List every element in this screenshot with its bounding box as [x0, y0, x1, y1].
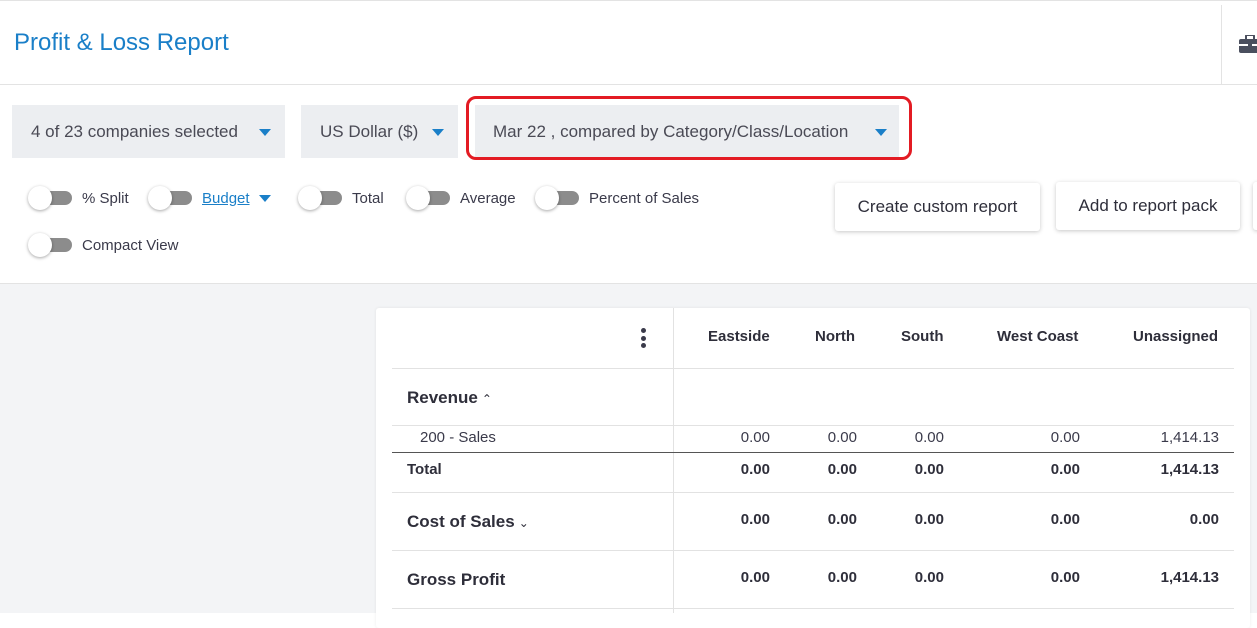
overflow-button-edge[interactable] — [1253, 182, 1257, 230]
briefcase-icon[interactable] — [1239, 35, 1257, 53]
row-divider — [392, 492, 1234, 493]
label-column-divider — [673, 308, 674, 613]
column-header-west-coast: West Coast — [997, 328, 1079, 345]
column-header-south: South — [901, 328, 944, 345]
split-toggle[interactable] — [28, 186, 72, 210]
total-rule — [392, 452, 1234, 453]
page-header: Profit & Loss Report — [0, 0, 1257, 85]
caret-down-icon — [259, 129, 271, 136]
companies-dropdown[interactable]: 4 of 23 companies selected — [12, 105, 285, 158]
currency-dropdown-label: US Dollar ($) — [320, 121, 419, 141]
chevron-up-icon[interactable]: ⌃ — [482, 392, 492, 406]
cost-of-sales-eastside-value: 0.00 — [740, 511, 770, 528]
period-dropdown-label: Mar 22 , compared by Category/Class/Loca… — [493, 121, 849, 141]
gross-profit-west-coast-value: 0.00 — [1050, 569, 1080, 586]
split-toggle-row[interactable]: % Split — [28, 186, 129, 210]
cost-of-sales-label: Cost of Sales — [407, 512, 515, 531]
column-header-north: North — [815, 328, 855, 345]
gross-profit-south-value: 0.00 — [914, 569, 944, 586]
period-comparison-dropdown[interactable]: Mar 22 , compared by Category/Class/Loca… — [475, 105, 899, 158]
row-divider — [392, 425, 1234, 426]
revenue-label: Revenue — [407, 388, 478, 407]
total-west-coast-value: 0.00 — [1050, 461, 1080, 478]
total-north-value: 0.00 — [827, 461, 857, 478]
gross-profit-label: Gross Profit — [407, 570, 506, 589]
average-toggle[interactable] — [406, 186, 450, 210]
sales-south-value[interactable]: 0.00 — [854, 429, 944, 446]
revenue-section-header[interactable]: Revenue ⌃ — [407, 388, 492, 408]
percent-of-sales-toggle[interactable] — [535, 186, 579, 210]
compact-view-toggle[interactable] — [28, 233, 72, 257]
cost-of-sales-north-value: 0.00 — [827, 511, 857, 528]
gross-profit-north-value: 0.00 — [827, 569, 857, 586]
compact-view-label: Compact View — [82, 236, 179, 254]
sales-eastside-value[interactable]: 0.00 — [680, 429, 770, 446]
row-divider — [392, 550, 1234, 551]
total-toggle[interactable] — [298, 186, 342, 210]
compact-view-toggle-row[interactable]: Compact View — [28, 233, 178, 257]
caret-down-icon[interactable] — [258, 194, 271, 202]
budget-toggle[interactable] — [148, 186, 192, 210]
percent-of-sales-label: Percent of Sales — [589, 189, 700, 207]
companies-dropdown-label: 4 of 23 companies selected — [31, 121, 238, 141]
currency-dropdown[interactable]: US Dollar ($) — [301, 105, 458, 158]
more-vertical-icon[interactable] — [639, 328, 647, 348]
split-toggle-label: % Split — [82, 189, 129, 207]
budget-link[interactable]: Budget — [202, 190, 250, 207]
total-eastside-value: 0.00 — [740, 461, 770, 478]
gross-profit-eastside-value: 0.00 — [740, 569, 770, 586]
total-toggle-row[interactable]: Total — [298, 186, 384, 210]
percent-of-sales-toggle-row[interactable]: Percent of Sales — [535, 186, 699, 210]
cost-of-sales-south-value: 0.00 — [914, 511, 944, 528]
cost-of-sales-west-coast-value: 0.00 — [1050, 511, 1080, 528]
column-header-unassigned: Unassigned — [1133, 328, 1219, 345]
page-title: Profit & Loss Report — [14, 29, 229, 56]
column-header-eastside: Eastside — [708, 328, 770, 345]
total-row-label: Total — [407, 461, 442, 478]
chevron-down-icon[interactable]: ⌄ — [519, 516, 529, 530]
caret-down-icon — [432, 129, 444, 136]
sales-north-value[interactable]: 0.00 — [767, 429, 857, 446]
create-custom-report-button[interactable]: Create custom report — [835, 183, 1040, 231]
sales-row-label[interactable]: 200 - Sales — [420, 429, 496, 446]
cost-of-sales-section-header[interactable]: Cost of Sales ⌄ — [407, 512, 529, 532]
row-divider — [392, 368, 1234, 369]
cost-of-sales-unassigned-value: 0.00 — [1189, 511, 1219, 528]
total-unassigned-value: 1,414.13 — [1160, 461, 1219, 478]
average-toggle-label: Average — [460, 189, 516, 207]
caret-down-icon — [875, 129, 887, 136]
header-divider — [1221, 5, 1222, 85]
gross-profit-unassigned-value: 1,414.13 — [1160, 569, 1219, 586]
budget-toggle-row[interactable]: Budget — [148, 186, 271, 210]
sales-unassigned-value[interactable]: 1,414.13 — [1129, 429, 1219, 446]
sales-west-coast-value[interactable]: 0.00 — [990, 429, 1080, 446]
average-toggle-row[interactable]: Average — [406, 186, 516, 210]
row-divider — [392, 608, 1234, 609]
total-south-value: 0.00 — [914, 461, 944, 478]
add-to-report-pack-button[interactable]: Add to report pack — [1056, 182, 1240, 230]
total-toggle-label: Total — [352, 189, 384, 207]
